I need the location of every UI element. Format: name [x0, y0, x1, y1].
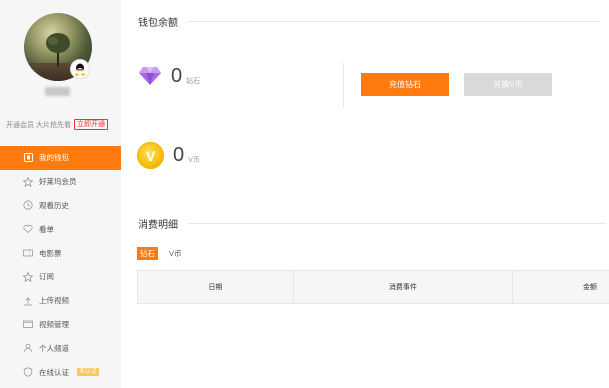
tab-vcoin[interactable]: V币 [169, 248, 182, 259]
tab-diamond[interactable]: 钻石 [137, 247, 158, 260]
sidebar-item-watchlist[interactable]: 看单 [0, 217, 121, 241]
sidebar-item-history[interactable]: 观看历史 [0, 194, 121, 218]
sidebar-item-label: 视频管理 [39, 319, 69, 329]
heart-icon [23, 224, 33, 234]
diamond-unit: 钻石 [186, 77, 201, 85]
upload-icon [23, 296, 33, 306]
vip-promo: 开通会员 大片抢先看 立即开通 [6, 119, 108, 130]
sidebar-item-subscriptions[interactable]: 订阅 [0, 265, 121, 289]
open-vip-button[interactable]: 立即开通 [73, 119, 108, 130]
sidebar-item-label: 在线认证 [39, 367, 69, 377]
sidebar-item-label: 我的钱包 [39, 153, 69, 163]
column-date: 日期 [138, 271, 294, 303]
vcoin-icon: V [137, 142, 164, 169]
sidebar-item-online-certification[interactable]: 在线认证 未认证 [0, 360, 121, 384]
divider [188, 223, 606, 224]
sidebar-item-label: 观看历史 [39, 200, 69, 210]
main-content: 钱包余额 0 钻石 充值钻石 兑换V币 V 0 V币 消费明细 钻石 V币 日期… [121, 0, 609, 388]
vertical-divider [343, 63, 344, 108]
certify-icon [23, 367, 33, 377]
sidebar-item-movie-tickets[interactable]: 电影票 [0, 241, 121, 265]
sidebar-nav: 我的钱包 好莱坞会员 观看历史 看单 电影票 订阅 上传视频 视频管理 个人频道… [0, 146, 121, 384]
consumption-title: 消费明细 [138, 220, 178, 231]
sidebar-item-upload-video[interactable]: 上传视频 [0, 289, 121, 313]
star-icon [23, 176, 33, 187]
sidebar-item-label: 电影票 [39, 248, 62, 258]
uncertified-badge: 未认证 [77, 368, 100, 377]
tree-icon [46, 33, 70, 67]
diamond-balance: 0 钻石 [138, 65, 200, 88]
qq-icon [70, 59, 90, 79]
sidebar-item-label: 看单 [39, 224, 54, 234]
wallet-icon [23, 153, 33, 163]
column-amount: 金额 [582, 284, 597, 291]
promo-text: 开通会员 大片抢先看 [6, 121, 71, 129]
sidebar-item-label: 个人频道 [39, 343, 69, 353]
folder-icon [23, 319, 33, 329]
consumption-table-header: 日期 消费事件 金额 [137, 270, 609, 304]
consumption-header: 消费明细 [138, 216, 606, 231]
column-event: 消费事件 [294, 271, 514, 303]
sidebar-item-video-management[interactable]: 视频管理 [0, 313, 121, 337]
sidebar-item-label: 好莱坞会员 [39, 177, 77, 187]
nickname-blurred [45, 87, 70, 96]
avatar[interactable] [24, 13, 92, 81]
vcoin-unit: V币 [188, 156, 200, 164]
wallet-balance-header: 钱包余额 [138, 14, 600, 29]
sidebar-item-label: 订阅 [39, 272, 54, 282]
user-icon [23, 343, 33, 353]
sidebar-item-hollywood-vip[interactable]: 好莱坞会员 [0, 170, 121, 194]
history-icon [23, 200, 33, 211]
star-outline-icon [23, 271, 33, 282]
diamond-icon [138, 66, 162, 88]
sidebar-item-label: 上传视频 [39, 296, 69, 306]
exchange-vcoin-button[interactable]: 兑换V币 [464, 73, 552, 96]
sidebar: 开通会员 大片抢先看 立即开通 我的钱包 好莱坞会员 观看历史 看单 电影票 订… [0, 0, 121, 388]
recharge-diamond-button[interactable]: 充值钻石 [361, 73, 449, 96]
ticket-icon [23, 248, 33, 258]
currency-tabs: 钻石 V币 [137, 247, 182, 260]
divider [188, 21, 600, 22]
vcoin-balance: V 0 V币 [137, 142, 200, 169]
vcoin-amount: 0 [173, 144, 185, 166]
sidebar-item-wallet[interactable]: 我的钱包 [0, 146, 121, 170]
sidebar-item-personal-channel[interactable]: 个人频道 [0, 336, 121, 360]
diamond-amount: 0 [171, 65, 183, 87]
wallet-balance-title: 钱包余额 [138, 18, 178, 29]
